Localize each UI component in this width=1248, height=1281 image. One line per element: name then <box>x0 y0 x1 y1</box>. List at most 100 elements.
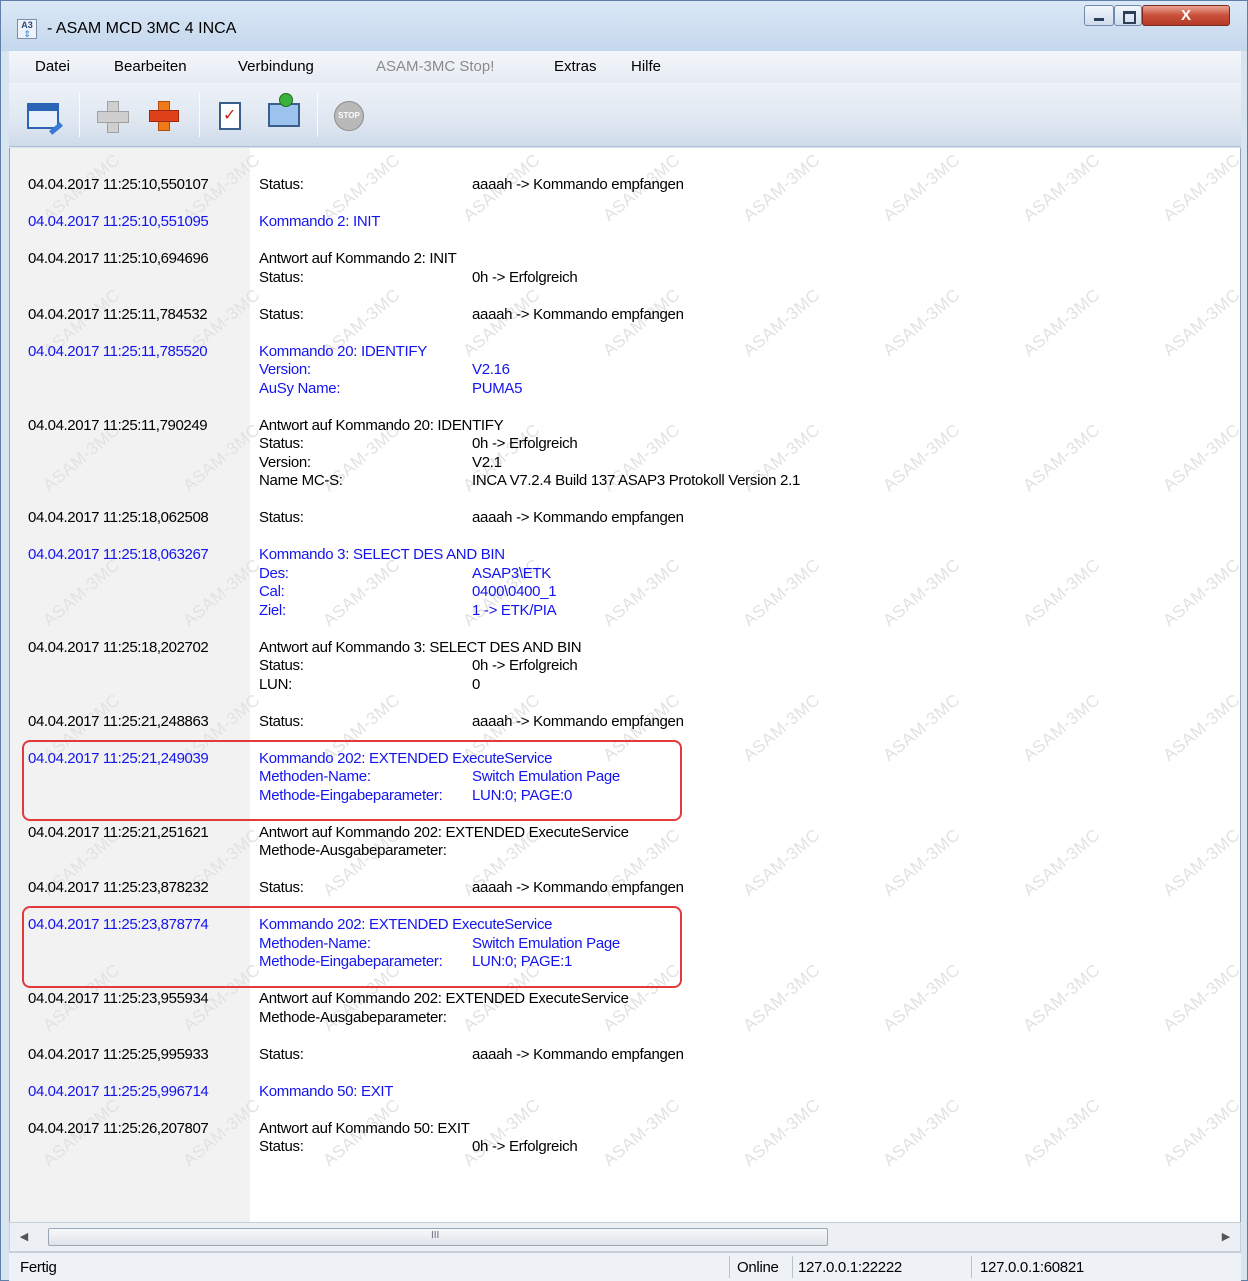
log-entry[interactable]: 04.04.2017 11:25:25,995933 Status: aaaah -… <box>10 1046 1240 1065</box>
checklist-icon: ✓ <box>219 102 241 130</box>
highlight-box <box>22 906 682 988</box>
open-window-icon <box>27 103 59 129</box>
remove-icon <box>149 101 179 131</box>
log-line-label: Ziel: <box>259 601 286 619</box>
log-entry[interactable]: 04.04.2017 11:25:18,202702 Antwort auf Ko… <box>10 639 1240 695</box>
log-line-label: Status: <box>259 509 304 526</box>
stop-icon: STOP <box>334 101 364 131</box>
log-entry[interactable]: 04.04.2017 11:25:11,790249 Antwort auf Ko… <box>10 417 1240 491</box>
log-timestamp: 04.04.2017 11:25:25,995933 <box>28 1045 209 1063</box>
log-line-value: 0400\0400_1 <box>472 583 557 600</box>
log-timestamp: 04.04.2017 11:25:18,062508 <box>28 509 209 526</box>
log-line-label: Antwort auf Kommando 2: INIT <box>259 250 457 267</box>
log-line-label: Name MC-S: <box>259 472 343 489</box>
status-separator <box>792 1256 793 1278</box>
scroll-left-icon[interactable]: ◀ <box>16 1229 32 1245</box>
checklist-button[interactable]: ✓ <box>211 97 247 133</box>
log-line-value: aaaah -> Kommando empfangen <box>472 305 684 323</box>
menu-datei[interactable]: Datei <box>35 58 70 75</box>
scrollbar-grip-icon: III <box>431 1230 440 1241</box>
log-timestamp: 04.04.2017 11:25:21,251621 <box>28 823 209 841</box>
log-line-value: aaaah -> Kommando empfangen <box>472 176 684 193</box>
log-line-value: INCA V7.2.4 Build 137 ASAP3 Protokoll Ve… <box>472 472 801 489</box>
maximize-button[interactable] <box>1114 5 1142 26</box>
log-entry[interactable]: 04.04.2017 11:25:10,694696 Antwort auf Ko… <box>10 250 1240 287</box>
menu-asam-3mc-stop[interactable]: ASAM-3MC Stop! <box>376 58 494 75</box>
menu-extras[interactable]: Extras <box>554 58 597 75</box>
log-line-value: PUMA5 <box>472 379 523 397</box>
log-line-label: AuSy Name: <box>259 379 341 397</box>
log-line-label: Antwort auf Kommando 20: IDENTIFY <box>259 416 504 434</box>
log-timestamp: 04.04.2017 11:25:26,207807 <box>28 1119 209 1137</box>
log-line-label: Antwort auf Kommando 202: EXTENDED Execu… <box>259 990 629 1007</box>
log-timestamp: 04.04.2017 11:25:18,063267 <box>28 546 209 563</box>
log-timestamp: 04.04.2017 11:25:11,785520 <box>28 342 208 360</box>
log-entry[interactable]: 04.04.2017 11:25:18,063267 Kommando 3: SE… <box>10 546 1240 620</box>
log-line-label: Status: <box>259 657 304 674</box>
minimize-button[interactable] <box>1084 5 1114 26</box>
log-entry[interactable]: 04.04.2017 11:25:18,062508 Status: aaaah -… <box>10 509 1240 528</box>
log-entry[interactable]: 04.04.2017 11:25:11,784532 Status: aaaah -… <box>10 306 1240 325</box>
toolbar-separator <box>199 93 200 137</box>
monitor-connect-button[interactable] <box>265 93 301 133</box>
log-line-label: Kommando 20: IDENTIFY <box>259 342 427 360</box>
log-line-label: Kommando 3: SELECT DES AND BIN <box>259 546 505 563</box>
log-line-label: Methode-Ausgabeparameter: <box>259 1008 447 1026</box>
log-line-label: Status: <box>259 1045 304 1063</box>
stop-button[interactable]: STOP <box>331 97 367 133</box>
menu-bar: Datei Bearbeiten Verbindung ASAM-3MC Sto… <box>9 51 1241 83</box>
menu-verbindung[interactable]: Verbindung <box>238 58 314 75</box>
log-line-label: Version: <box>259 361 311 378</box>
log-entry[interactable]: 04.04.2017 11:25:26,207807 Antwort auf Ko… <box>10 1120 1240 1157</box>
menu-bearbeiten[interactable]: Bearbeiten <box>114 58 187 75</box>
log-timestamp: 04.04.2017 11:25:25,996714 <box>28 1082 209 1100</box>
log-entry[interactable]: 04.04.2017 11:25:21,248863 Status: aaaah -… <box>10 713 1240 732</box>
log-timestamp: 04.04.2017 11:25:21,248863 <box>28 712 209 730</box>
log-entry[interactable]: 04.04.2017 11:25:10,550107 Status: aaaah -… <box>10 176 1240 195</box>
log-line-value: 0h -> Erfolgreich <box>472 1138 578 1155</box>
app-icon-arrow: ⇕ <box>23 29 31 39</box>
scrollbar-thumb[interactable]: III <box>48 1228 828 1246</box>
log-entry[interactable]: 04.04.2017 11:25:23,955934 Antwort auf Ko… <box>10 990 1240 1027</box>
window-title: - ASAM MCD 3MC 4 INCA <box>47 20 237 37</box>
log-view[interactable]: ASAM-3MC ASAM-3MC ASAM-3MC ASAM-3MC ASAM-3MC… <box>9 148 1241 1222</box>
log-entry[interactable]: 04.04.2017 11:25:25,996714 Kommando 50: E… <box>10 1083 1240 1102</box>
log-line-value: V2.1 <box>472 453 502 471</box>
scroll-right-icon[interactable]: ▶ <box>1218 1229 1234 1245</box>
log-line-value: 0h -> Erfolgreich <box>472 268 578 286</box>
add-button[interactable] <box>93 97 129 133</box>
log-line-label: Antwort auf Kommando 202: EXTENDED Execu… <box>259 823 629 841</box>
log-line-label: Kommando 2: INIT <box>259 213 381 230</box>
monitor-connect-icon <box>268 93 300 127</box>
open-window-button[interactable] <box>23 97 59 133</box>
log-line-label: Status: <box>259 1138 304 1155</box>
log-line-value: ASAP3\ETK <box>472 564 552 582</box>
log-line-label: Des: <box>259 564 289 582</box>
log-line-label: Status: <box>259 305 304 323</box>
log-line-value: aaaah -> Kommando empfangen <box>472 1045 684 1063</box>
log-line-value: 0 <box>472 675 481 693</box>
local-address: 127.0.0.1:22222 <box>798 1259 902 1276</box>
title-bar[interactable]: A3 ⇕ - ASAM MCD 3MC 4 INCA X <box>1 1 1247 51</box>
horizontal-scrollbar[interactable]: ◀ III ▶ <box>9 1222 1241 1252</box>
log-timestamp: 04.04.2017 11:25:23,955934 <box>28 990 209 1007</box>
log-line-value: 0h -> Erfolgreich <box>472 435 578 452</box>
menu-hilfe[interactable]: Hilfe <box>631 58 661 75</box>
remove-button[interactable] <box>145 97 181 133</box>
log-entry[interactable]: 04.04.2017 11:25:21,251621 Antwort auf Ko… <box>10 824 1240 861</box>
close-button[interactable]: X <box>1142 5 1230 26</box>
log-line-value: 1 -> ETK/PIA <box>472 601 557 619</box>
toolbar-separator <box>317 93 318 137</box>
log-line-label: Antwort auf Kommando 50: EXIT <box>259 1119 470 1137</box>
log-line-value: 0h -> Erfolgreich <box>472 657 578 674</box>
log-entry[interactable]: 04.04.2017 11:25:10,551095 Kommando 2: IN… <box>10 213 1240 232</box>
toolbar: ✓ STOP <box>9 83 1241 147</box>
log-entry[interactable]: 04.04.2017 11:25:11,785520 Kommando 20: I… <box>10 343 1240 399</box>
log-line-label: Status: <box>259 435 304 452</box>
log-entry[interactable]: 04.04.2017 11:25:23,878232 Status: aaaah -… <box>10 879 1240 898</box>
close-icon: X <box>1180 7 1191 24</box>
log-line-label: Status: <box>259 712 304 730</box>
remote-address: 127.0.0.1:60821 <box>980 1259 1084 1276</box>
log-timestamp: 04.04.2017 11:25:10,551095 <box>28 213 209 230</box>
connection-status: Online <box>737 1259 779 1276</box>
